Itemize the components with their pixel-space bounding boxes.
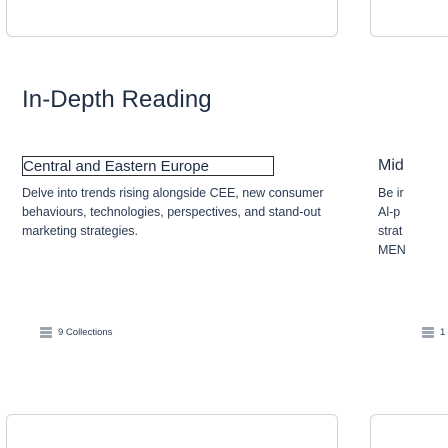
description-line: Al-p xyxy=(378,205,401,219)
next-card-top-right xyxy=(370,414,448,448)
collection-count-label: 9 Collections xyxy=(58,327,113,338)
description-line: Be ir xyxy=(378,186,404,200)
collection-card-cee[interactable]: Central and Eastern Europe Delve into tr… xyxy=(22,156,332,241)
description-line: MEN xyxy=(378,243,406,257)
collection-count: 1 xyxy=(422,327,445,338)
collections-stack-icon xyxy=(40,327,52,338)
collections-stack-icon xyxy=(422,327,434,338)
previous-card-bottom xyxy=(6,0,338,37)
description-line: strat xyxy=(378,224,403,238)
section-title: In-Depth Reading xyxy=(22,86,212,113)
collection-description: Delve into trends rising alongside CEE, … xyxy=(22,186,324,238)
next-card-top xyxy=(6,414,338,448)
page: In-Depth Reading Central and Eastern Eur… xyxy=(0,0,448,448)
previous-card-bottom-right xyxy=(370,0,448,37)
collection-count: 9 Collections xyxy=(40,327,112,338)
collection-title-link[interactable]: Central and Eastern Europe xyxy=(22,156,274,176)
collection-count-label: 1 xyxy=(440,327,446,338)
collection-title-link[interactable]: Mid xyxy=(378,156,448,176)
collection-description: Be ir Al-p strat MEN xyxy=(378,184,448,260)
collection-card-next[interactable]: Mid Be ir Al-p strat MEN xyxy=(378,156,448,260)
